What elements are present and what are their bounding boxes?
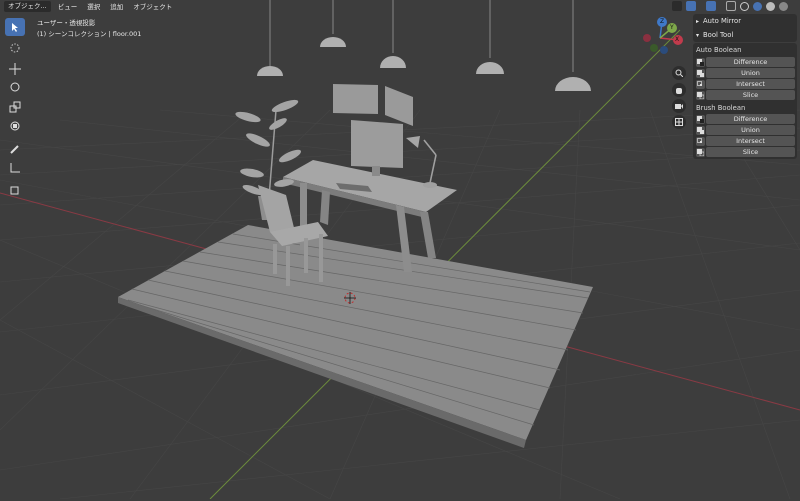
material-shading-icon[interactable]	[766, 1, 775, 11]
gizmo-z-label[interactable]: Z	[660, 18, 664, 25]
desk-lamp	[423, 139, 437, 184]
collection-label: (1) シーンコレクション | floor.001	[37, 30, 142, 38]
brush-boolean-title: Brush Boolean	[696, 104, 746, 112]
menu-view[interactable]: ビュー	[55, 1, 81, 11]
bool-tool-row[interactable]: ▾ Bool Tool	[696, 28, 733, 42]
rendered-shading-icon[interactable]	[779, 1, 788, 11]
union-icon	[696, 68, 705, 78]
wireframe-shading-icon[interactable]	[740, 1, 749, 11]
brush-difference-button[interactable]: Difference	[706, 114, 795, 124]
move-icon	[9, 63, 21, 75]
rotate-icon	[10, 82, 20, 92]
lamp-base	[423, 182, 437, 188]
intersect-icon	[696, 79, 705, 89]
difference-icon	[696, 114, 705, 124]
annotate-tool[interactable]	[5, 140, 25, 158]
intersect-icon	[696, 136, 705, 146]
monitors	[333, 84, 413, 176]
cursor-arrow-icon	[12, 23, 18, 32]
auto-boolean-title: Auto Boolean	[696, 46, 742, 54]
zoom-icon	[675, 69, 683, 77]
brush-slice-row: Slice	[696, 147, 795, 157]
scale-icon	[9, 101, 21, 113]
brush-difference-row: Difference	[696, 114, 795, 124]
transform-icon	[10, 121, 20, 131]
solid-shading-icon[interactable]	[753, 1, 762, 11]
cursor-tool[interactable]	[5, 39, 25, 57]
camera-view-button[interactable]	[672, 99, 686, 113]
brush-slice-button[interactable]: Slice	[706, 147, 795, 157]
viewport-header: オブジェク... ビュー 選択 追加 オブジェクト	[0, 0, 175, 12]
add-cube-tool[interactable]	[5, 181, 25, 199]
snap-icon[interactable]	[686, 1, 696, 11]
crosshair-icon	[10, 43, 20, 53]
pan-button[interactable]	[672, 83, 686, 97]
rotate-tool[interactable]	[5, 78, 25, 96]
auto-union-button[interactable]: Union	[706, 68, 795, 78]
menu-select[interactable]: 選択	[84, 1, 103, 11]
perspective-toggle-button[interactable]	[672, 115, 686, 129]
move-tool[interactable]	[5, 60, 25, 78]
slice-icon	[696, 90, 705, 100]
transform-tool[interactable]	[5, 117, 25, 135]
gizmo-x-label[interactable]: X	[675, 36, 679, 43]
expand-arrow-icon: ▸	[696, 17, 700, 25]
transform-pivot-icon[interactable]	[672, 1, 682, 11]
menu-object[interactable]: オブジェクト	[130, 1, 175, 11]
gizmo-toggle-icon[interactable]	[706, 1, 716, 11]
header-right-tools	[672, 1, 788, 11]
zoom-button[interactable]	[672, 66, 686, 80]
view-label: ユーザー・透視投影	[37, 19, 96, 27]
brush-intersect-button[interactable]: Intersect	[706, 136, 795, 146]
auto-union-row: Union	[696, 68, 795, 78]
union-icon	[696, 125, 705, 135]
rug	[118, 225, 593, 448]
brush-intersect-row: Intersect	[696, 136, 795, 146]
camera-icon	[675, 104, 683, 109]
auto-difference-row: Difference	[696, 57, 795, 67]
cube-icon	[10, 186, 19, 195]
mode-selector[interactable]: オブジェク...	[4, 0, 51, 12]
scale-tool[interactable]	[5, 98, 25, 116]
xray-icon[interactable]	[726, 1, 736, 11]
brush-union-row: Union	[696, 125, 795, 135]
lamp-head	[406, 136, 420, 148]
auto-difference-button[interactable]: Difference	[706, 57, 795, 67]
auto-slice-button[interactable]: Slice	[706, 90, 795, 100]
auto-slice-row: Slice	[696, 90, 795, 100]
menu-add[interactable]: 追加	[107, 1, 126, 11]
auto-intersect-row: Intersect	[696, 79, 795, 89]
ruler-icon	[10, 163, 20, 173]
bool-tool-label: Bool Tool	[703, 31, 734, 39]
n-panel-header: ▸ Auto Mirror ▾ Bool Tool	[693, 14, 797, 42]
pendant-lamps	[269, 0, 574, 72]
brush-union-button[interactable]: Union	[706, 125, 795, 135]
auto-intersect-button[interactable]: Intersect	[706, 79, 795, 89]
grid-icon	[675, 118, 683, 126]
collapse-arrow-icon: ▾	[696, 31, 700, 39]
gizmo-y-label[interactable]: Y	[670, 24, 674, 31]
pencil-icon	[10, 145, 19, 154]
measure-tool[interactable]	[5, 159, 25, 177]
auto-mirror-label: Auto Mirror	[703, 17, 741, 25]
select-box-tool[interactable]	[5, 18, 25, 36]
slice-icon	[696, 147, 705, 157]
auto-mirror-row[interactable]: ▸ Auto Mirror	[696, 14, 741, 28]
difference-icon	[696, 57, 705, 67]
bool-tool-panel: Auto Boolean Difference Union Intersect …	[693, 43, 797, 159]
hand-icon	[676, 88, 682, 94]
